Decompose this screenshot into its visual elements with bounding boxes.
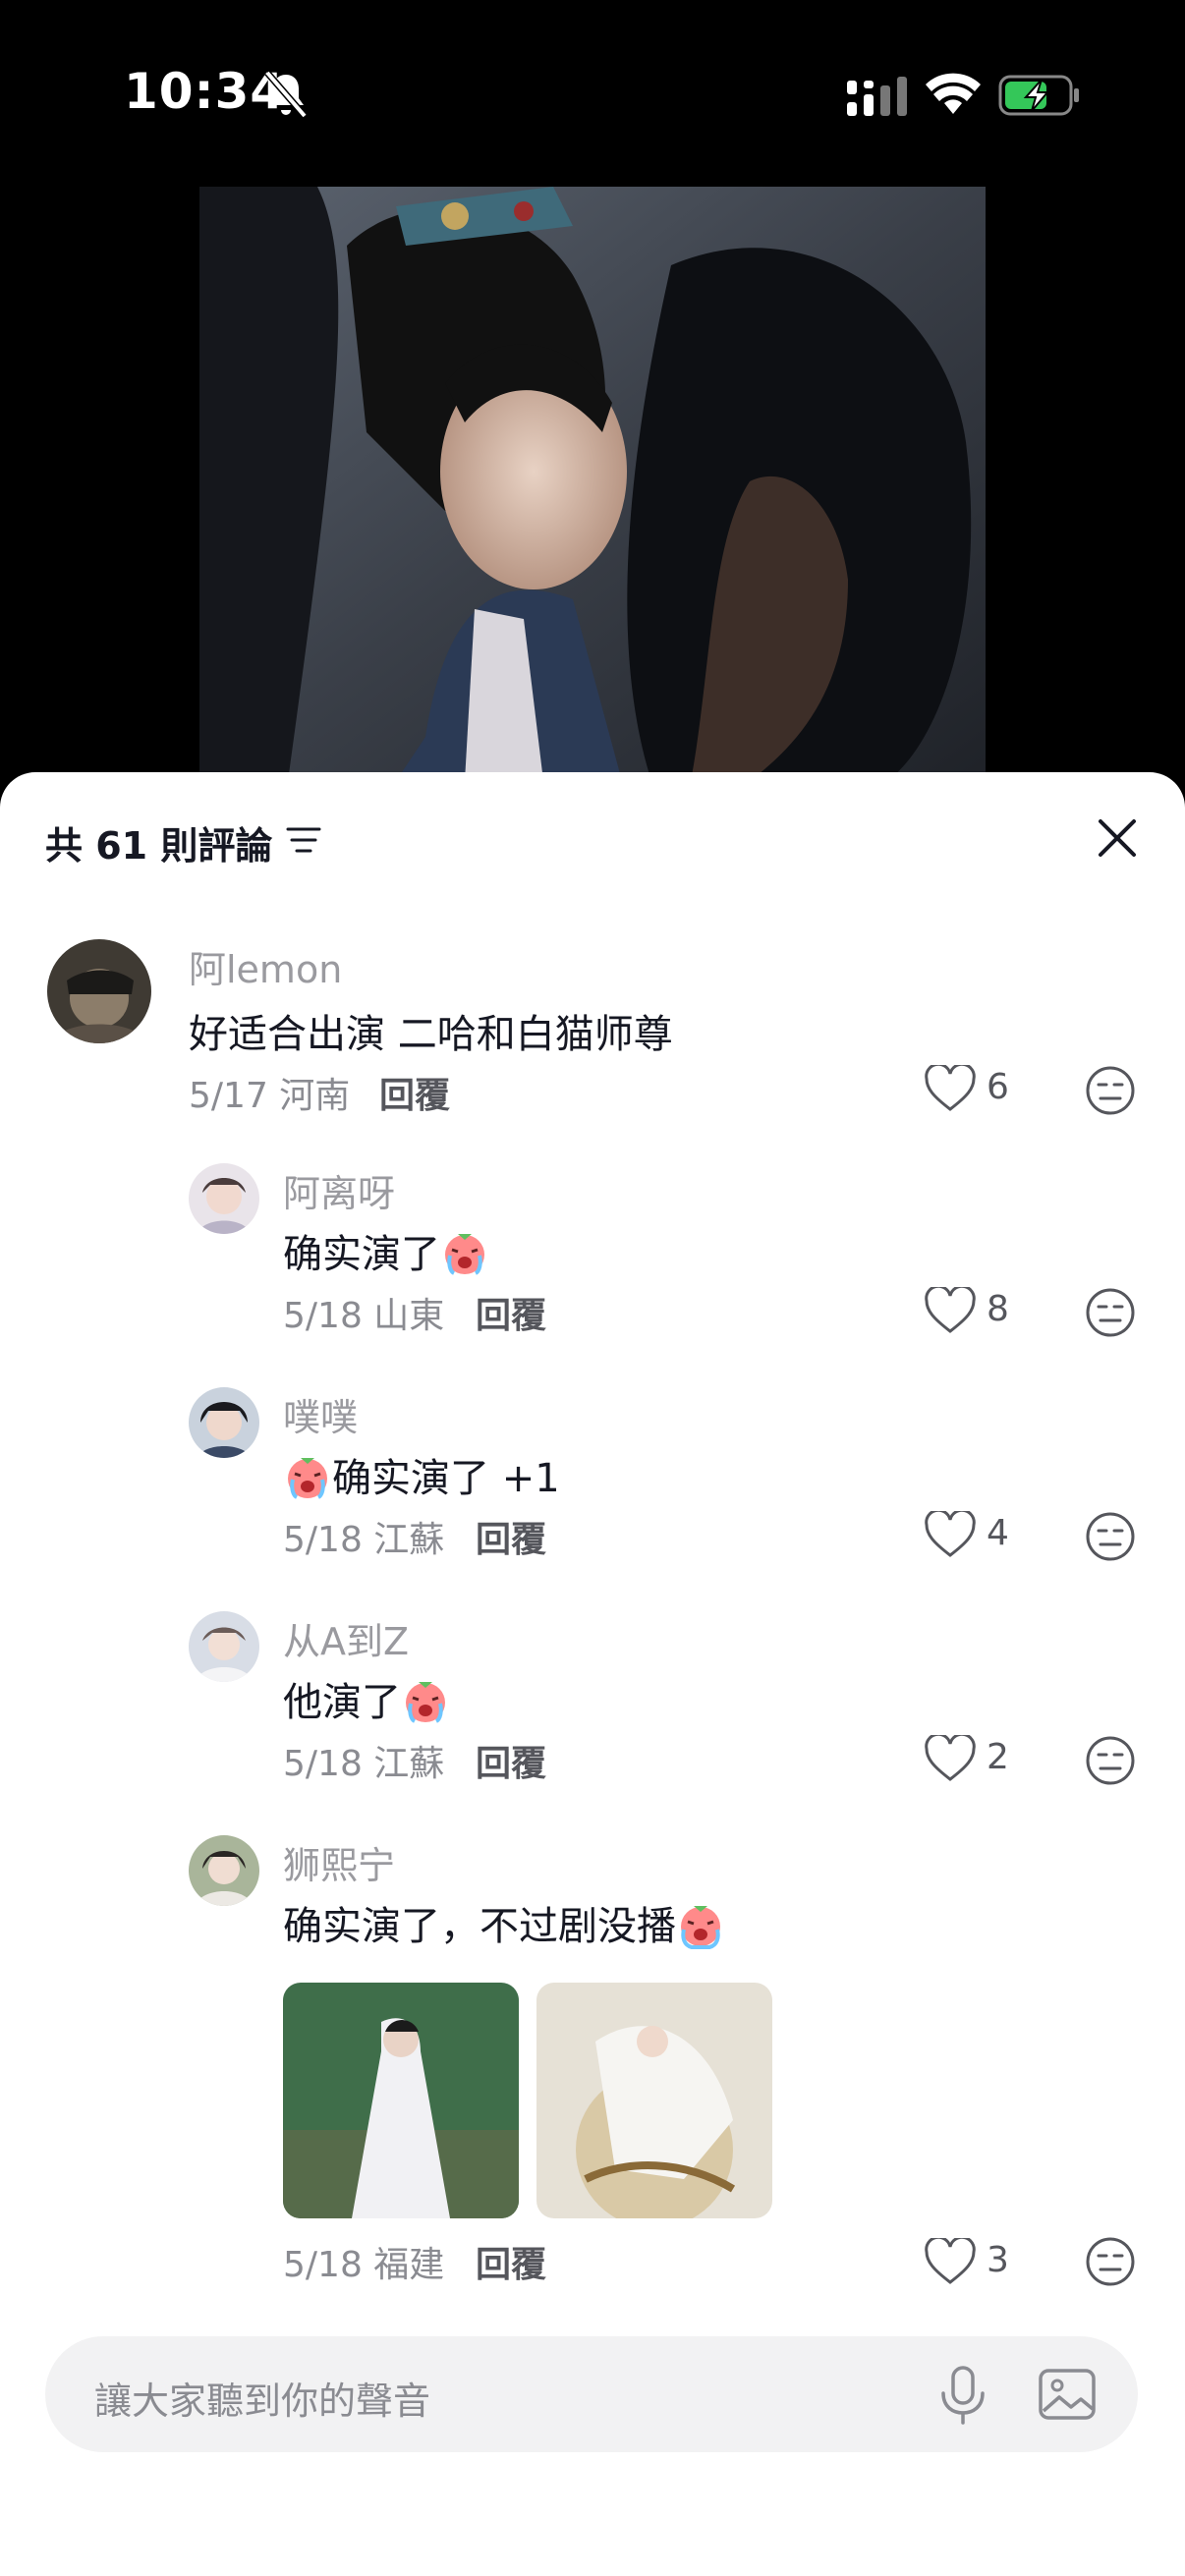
comment-date-location: 5/18 山東 [283, 1296, 445, 1336]
heart-icon [925, 1511, 976, 1557]
comment-date-location: 5/18 江蘇 [283, 1744, 445, 1784]
dislike-face-icon[interactable] [1085, 1511, 1136, 1562]
like-count: 3 [987, 2240, 1009, 2280]
like-button[interactable]: 3 [924, 2232, 1032, 2291]
comment-text: 确实演了，不过剧没播 [283, 1894, 725, 1951]
comment-text: 确实演了 [283, 1222, 489, 1279]
comment-text: 他演了 [283, 1670, 450, 1727]
comment-text-content: 确实演了 +1 [332, 1456, 560, 1501]
comment-date-location: 5/18 福建 [283, 2245, 445, 2285]
comment-username[interactable]: 阿lemon [189, 939, 342, 993]
avatar[interactable] [189, 1611, 259, 1682]
comment-photo[interactable] [536, 1983, 772, 2218]
image-icon[interactable] [1038, 2368, 1097, 2421]
comment-text-content: 他演了 [283, 1680, 401, 1725]
crying-emoji-icon [440, 1228, 489, 1277]
comment-text: 好适合出演 二哈和白猫师尊 [189, 1012, 673, 1057]
sort-icon[interactable] [285, 821, 322, 859]
battery-charging-icon [998, 75, 1079, 116]
video-thumbnail[interactable] [199, 187, 986, 781]
reply-button[interactable]: 回覆 [476, 1287, 546, 1338]
avatar[interactable] [189, 1163, 259, 1234]
comment-username[interactable]: 阿离呀 [283, 1163, 395, 1217]
screen: 10:34 共 61 則評論 阿lemon 好适合出演 二哈和白猫师尊 5/17… [0, 0, 1185, 2576]
comment-username[interactable]: 噗噗 [283, 1387, 358, 1441]
comment-date-location: 5/17 河南 [189, 1076, 351, 1116]
comment-input-placeholder[interactable]: 讓大家聽到你的聲音 [94, 2371, 430, 2425]
status-bar: 10:34 [0, 0, 1185, 187]
like-count: 6 [987, 1067, 1009, 1107]
comment-photo[interactable] [283, 1983, 519, 2218]
like-count: 4 [987, 1513, 1009, 1553]
comments-sheet: 共 61 則評論 阿lemon 好适合出演 二哈和白猫师尊 5/17 河南 回覆 [0, 772, 1185, 2576]
dislike-face-icon[interactable] [1085, 1287, 1136, 1338]
comment-text: 确实演了 +1 [283, 1446, 560, 1503]
comment-username[interactable]: 从A到Z [283, 1611, 409, 1665]
heart-icon [925, 1287, 976, 1333]
like-button[interactable]: 2 [924, 1729, 1032, 1788]
like-button[interactable]: 4 [924, 1505, 1032, 1564]
crying-emoji-icon [676, 1900, 725, 1949]
heart-icon [925, 1735, 976, 1781]
close-button[interactable] [1093, 813, 1142, 863]
comment-text-content: 确实演了 [283, 1232, 440, 1277]
like-button[interactable]: 8 [924, 1281, 1032, 1340]
sheet-header: 共 61 則評論 [0, 772, 1185, 900]
dislike-face-icon[interactable] [1085, 1735, 1136, 1786]
bell-muted-icon [264, 70, 308, 119]
like-count: 8 [987, 1289, 1009, 1329]
comment-count-title: 共 61 則評論 [45, 824, 273, 868]
avatar[interactable] [189, 1387, 259, 1458]
wifi-icon [926, 73, 981, 114]
crying-emoji-icon [283, 1452, 332, 1501]
comment-date-location: 5/18 江蘇 [283, 1520, 445, 1560]
cellular-signal-icon [847, 77, 907, 116]
like-button[interactable]: 6 [924, 1059, 1032, 1118]
heart-icon [925, 2238, 976, 2284]
comment-text-content: 确实演了，不过剧没播 [283, 1904, 676, 1949]
avatar[interactable] [189, 1835, 259, 1906]
dislike-face-icon[interactable] [1085, 2236, 1136, 2287]
heart-icon [925, 1065, 976, 1111]
microphone-icon[interactable] [935, 2366, 990, 2425]
comment-username[interactable]: 狮熙宁 [283, 1835, 395, 1889]
status-time: 10:34 [124, 63, 286, 120]
reply-button[interactable]: 回覆 [476, 2236, 546, 2287]
comment-input-bar[interactable]: 讓大家聽到你的聲音 [45, 2336, 1138, 2452]
reply-button[interactable]: 回覆 [379, 1067, 450, 1118]
reply-button[interactable]: 回覆 [476, 1511, 546, 1562]
avatar[interactable] [47, 939, 151, 1043]
dislike-face-icon[interactable] [1085, 1065, 1136, 1116]
reply-button[interactable]: 回覆 [476, 1735, 546, 1786]
crying-emoji-icon [401, 1676, 450, 1725]
like-count: 2 [987, 1737, 1009, 1777]
